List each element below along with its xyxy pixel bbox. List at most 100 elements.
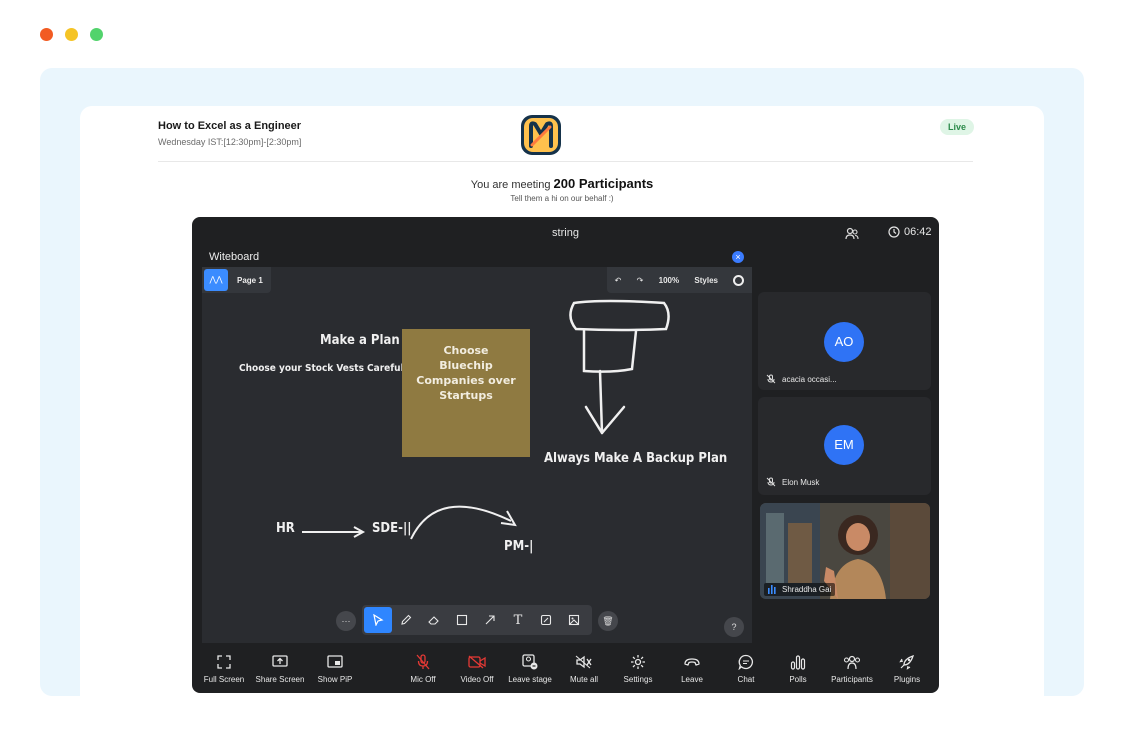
image-tool-icon[interactable] [560,607,588,633]
meeting-greeting: Tell them a hi on our behalf :) [510,194,614,203]
chat-label: Chat [737,675,755,684]
text-backup[interactable]: Always Make A Backup Plan [544,451,727,466]
audio-level-icon [768,585,776,594]
sticky-note[interactable]: Choose Bluechip Companies over Startups [402,329,530,457]
maximize-dot[interactable] [90,28,103,41]
meeting-prefix: You are meeting [470,179,551,191]
text-hr[interactable]: HR [276,521,295,536]
participants-icon[interactable] [845,227,859,241]
avatar: AO [824,322,864,362]
call-timer: 06:42 [888,226,932,238]
leave-stage-icon [522,654,538,670]
note-tool-icon[interactable] [532,607,560,633]
participant-name-row: Shraddha Gai [764,583,836,596]
settings-button[interactable]: Settings [614,653,662,684]
page-label: Page 1 [237,275,263,285]
mic-off-label: Mic Off [410,675,436,684]
mute-all-button[interactable]: Mute all [560,653,608,684]
call-window: string 06:42 Witeboard × ⋀⋀ Page 1 ↶ ↷ 1… [192,217,939,693]
drawing-toolbar: T [362,605,592,635]
participant-name-row: acacia occasi... [766,374,837,384]
plugins-label: Plugins [893,675,921,684]
participant-name: Elon Musk [782,477,820,487]
participant-name-row: Elon Musk [766,477,819,487]
divider [158,161,973,162]
avatar: EM [824,425,864,465]
redo-icon[interactable]: ↷ [637,276,644,285]
whiteboard-label: Witeboard [209,251,260,263]
hand-drawn-shape[interactable] [562,295,682,443]
mute-all-label: Mute all [569,675,598,684]
whiteboard-canvas[interactable]: ⋀⋀ Page 1 ↶ ↷ 100% Styles Make a Plan Ch… [202,267,752,643]
share-screen-button[interactable]: Share Screen [250,653,310,684]
text-stock[interactable]: Choose your Stock Vests Carefully [239,363,413,374]
participants-button[interactable]: Participants [824,653,880,684]
text-pm[interactable]: PM-| [504,539,533,554]
window-controls [40,28,103,41]
mic-off-button[interactable]: Mic Off [398,653,448,684]
participants-summary: You are meeting 200 Participants [80,176,1044,191]
show-pip-label: Show PiP [317,675,353,684]
mic-muted-icon [766,374,776,384]
share-screen-icon [272,655,288,667]
text-make-plan[interactable]: Make a Plan [320,333,400,348]
pages-icon[interactable]: ⋀⋀ [204,269,228,291]
gear-icon [631,655,645,669]
curved-arrow-icon[interactable] [407,493,527,543]
plugins-button[interactable]: Plugins [886,653,928,684]
meeting-title: How to Excel as a Engineer [158,120,302,132]
video-off-button[interactable]: Video Off [452,653,502,684]
trash-icon[interactable]: 🗑 [598,611,618,631]
mic-off-icon [416,654,430,670]
leave-label: Leave [681,675,703,684]
full-screen-button[interactable]: Full Screen [192,653,256,684]
settings-label: Settings [623,675,653,684]
text-tool-icon[interactable]: T [504,607,532,633]
polls-button[interactable]: Polls [778,653,818,684]
participant-name: Shraddha Gai [782,585,832,594]
video-off-label: Video Off [460,675,494,684]
participant-tile[interactable]: AO acacia occasi... [758,292,931,390]
meeting-card: How to Excel as a Engineer Wednesday IST… [80,106,1044,696]
minimize-dot[interactable] [65,28,78,41]
participants-label: Participants [831,675,873,684]
rocket-icon [899,654,915,670]
page-selector[interactable]: ⋀⋀ Page 1 [202,267,271,293]
close-dot[interactable] [40,28,53,41]
leave-button[interactable]: Leave [670,653,714,684]
arrow-icon[interactable] [300,525,370,539]
participant-video-tile[interactable]: Shraddha Gai [760,503,930,599]
leave-stage-button[interactable]: Leave stage [504,653,556,684]
page-background: How to Excel as a Engineer Wednesday IST… [40,68,1084,696]
polls-icon [790,655,806,670]
pencil-tool-icon[interactable] [392,607,420,633]
zoom-level[interactable]: 100% [659,276,679,285]
call-title: string [552,227,579,239]
text-sde[interactable]: SDE-|| [372,521,412,536]
styles-label[interactable]: Styles [694,276,718,285]
chat-icon [738,654,754,670]
live-badge: Live [940,119,975,135]
participant-tile[interactable]: EM Elon Musk [758,397,931,495]
eraser-tool-icon[interactable] [420,607,448,633]
rectangle-tool-icon[interactable] [448,607,476,633]
control-bar: Full Screen Share Screen Show PiP Mic Of… [192,647,939,693]
more-options-icon[interactable]: ··· [336,611,356,631]
chat-button[interactable]: Chat [724,653,768,684]
mic-muted-icon [766,477,776,487]
leave-stage-label: Leave stage [508,675,552,684]
close-icon[interactable]: × [732,251,744,263]
help-icon[interactable]: ? [724,617,744,637]
timer-value: 06:42 [904,226,932,238]
canvas-controls: ↶ ↷ 100% Styles [607,267,752,293]
arrow-tool-icon[interactable] [476,607,504,633]
video-off-icon [468,655,486,669]
show-pip-button[interactable]: Show PiP [306,653,364,684]
select-tool-icon[interactable] [364,607,392,633]
speaker-muted-icon [575,655,592,669]
meeting-schedule: Wednesday IST:[12:30pm]-[2:30pm] [158,137,302,147]
undo-icon[interactable]: ↶ [615,276,622,285]
stroke-style-icon[interactable] [733,274,745,286]
polls-label: Polls [789,675,807,684]
pip-icon [327,655,343,668]
